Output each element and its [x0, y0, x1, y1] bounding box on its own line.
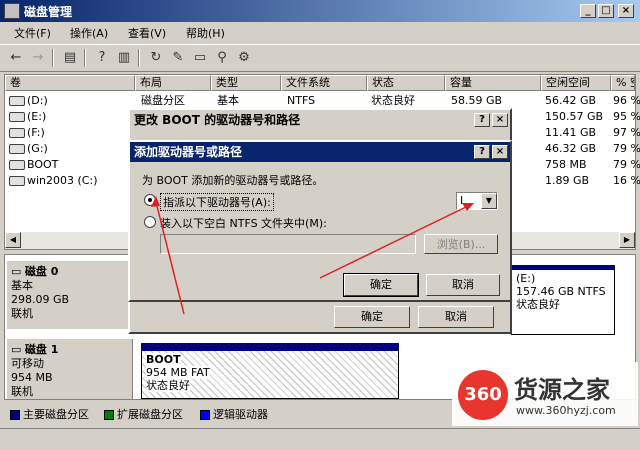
watermark-url: www.360hyzj.com	[516, 404, 616, 417]
annotation-arrow-left	[155, 201, 185, 315]
annotation-arrowhead	[151, 196, 160, 207]
watermark-brand: 货源之家	[514, 376, 610, 404]
annotation-arrow-right	[319, 205, 469, 279]
annotation-arrowhead	[462, 203, 474, 211]
watermark-logo: 360	[458, 370, 508, 420]
watermark: 360 货源之家 www.360hyzj.com	[452, 362, 638, 426]
